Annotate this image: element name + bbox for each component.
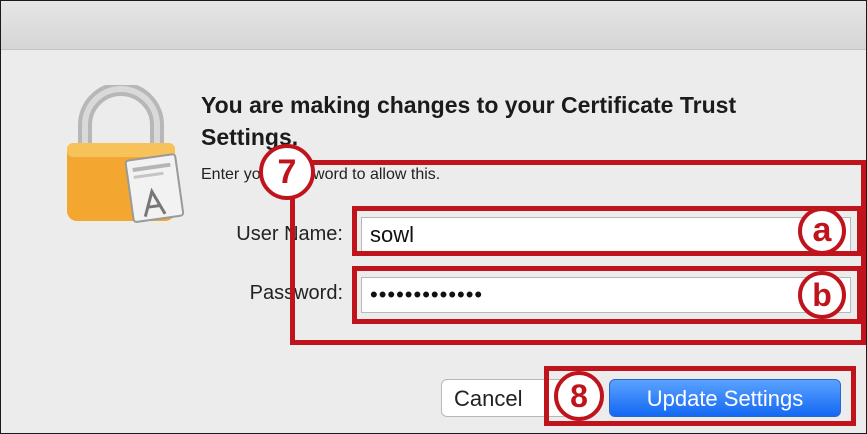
step-8-badge: 8 bbox=[554, 371, 604, 421]
label-b-badge: b bbox=[798, 271, 846, 319]
label-a-badge: a bbox=[798, 207, 846, 255]
step-7-badge: 7 bbox=[259, 144, 315, 200]
annotation-box-password bbox=[352, 266, 862, 324]
annotation-box-username bbox=[352, 206, 862, 256]
title-bar bbox=[1, 1, 866, 50]
dialog-window: You are making changes to your Certifica… bbox=[0, 0, 867, 434]
padlock-with-certificate-icon bbox=[67, 85, 184, 223]
